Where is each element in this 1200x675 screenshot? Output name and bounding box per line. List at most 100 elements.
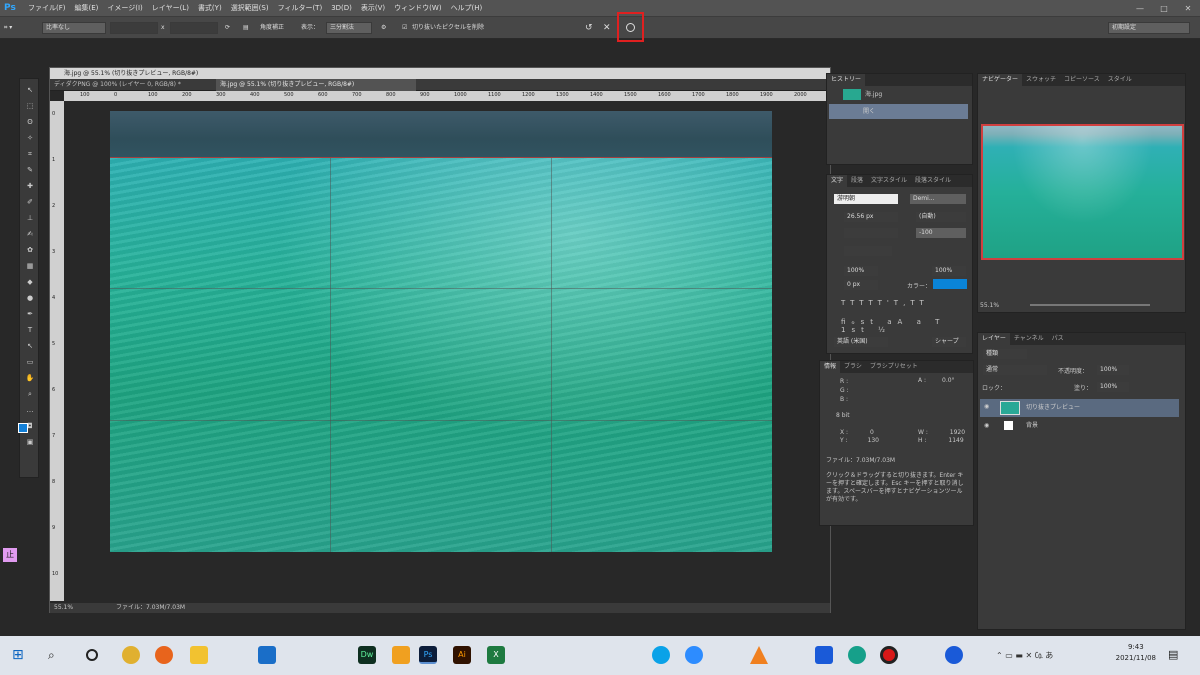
- tab-layers-2[interactable]: パス: [1048, 333, 1068, 345]
- width-input[interactable]: [110, 22, 158, 34]
- zoom-icon[interactable]: [685, 646, 703, 664]
- font-style-select[interactable]: Demi...: [909, 193, 967, 205]
- tab-umi[interactable]: 海.jpg @ 55.1% (切り抜きプレビュー, RGB/8#): [216, 79, 416, 91]
- tab-navigator-3[interactable]: スタイル: [1104, 74, 1136, 86]
- straighten-icon[interactable]: ▤: [243, 22, 249, 34]
- tool-icon[interactable]: ʘ: [24, 117, 36, 128]
- tab-navigator-2[interactable]: コピーソース: [1060, 74, 1104, 86]
- menu-item[interactable]: ヘルプ(H): [451, 0, 483, 17]
- excel-icon[interactable]: X: [487, 646, 505, 664]
- menu-item[interactable]: 編集(E): [75, 0, 99, 17]
- commit-crop-button[interactable]: [617, 12, 644, 42]
- crop-tool-icon[interactable]: ⌗ ▾: [4, 22, 12, 34]
- fill-input[interactable]: 100%: [1096, 381, 1130, 393]
- tab-navigator-0[interactable]: ナビゲーター: [978, 74, 1023, 86]
- tool-icon[interactable]: ↖: [24, 85, 36, 96]
- zoom-readout[interactable]: 55.1%: [54, 603, 73, 613]
- tab-navigator-1[interactable]: スウォッチ: [1022, 74, 1060, 86]
- tool-icon[interactable]: ✋: [24, 373, 36, 384]
- navigator-preview[interactable]: [981, 124, 1184, 260]
- side-badge[interactable]: 止: [3, 548, 17, 562]
- menu-item[interactable]: 表示(V): [361, 0, 385, 17]
- tool-icon[interactable]: ✎: [24, 165, 36, 176]
- dreamweaver-icon[interactable]: Dw: [358, 646, 376, 664]
- tool-icon[interactable]: ✍: [24, 229, 36, 240]
- vlc-icon[interactable]: [750, 646, 768, 664]
- tray-icons[interactable]: ⌃ ▭ ▬ ✕ ㏇ あ: [996, 650, 1053, 661]
- firefox-icon[interactable]: [155, 646, 173, 664]
- tool-icon[interactable]: ✐: [24, 197, 36, 208]
- tab-character-3[interactable]: 段落スタイル: [911, 175, 955, 187]
- language-select[interactable]: 英語 (米国): [833, 336, 889, 348]
- tab-info-1[interactable]: ブラシ: [840, 361, 866, 373]
- app-globe-icon[interactable]: [848, 646, 866, 664]
- close-icon[interactable]: ✕: [1176, 0, 1200, 17]
- text-style-buttons[interactable]: TTTTT'T,TT: [841, 299, 929, 307]
- tool-icon[interactable]: ✿: [24, 245, 36, 256]
- vertical-scale-input[interactable]: 100%: [843, 265, 879, 277]
- antialias-select[interactable]: シャープ: [931, 336, 967, 348]
- horizontal-scale-input[interactable]: 100%: [931, 265, 967, 277]
- app-blue-icon[interactable]: [945, 646, 963, 664]
- tool-icon[interactable]: ⌗: [24, 149, 36, 160]
- straighten-label[interactable]: 角度補正: [260, 22, 284, 34]
- tab-layers-1[interactable]: チャンネル: [1010, 333, 1048, 345]
- notification-icon[interactable]: ▤: [1168, 646, 1186, 664]
- illustrator-icon[interactable]: Ai: [453, 646, 471, 664]
- layer-row[interactable]: ◉ 背景: [980, 418, 1179, 434]
- workspace-select[interactable]: 初期設定: [1108, 22, 1190, 34]
- tool-icon[interactable]: ●: [24, 293, 36, 304]
- layer-kind-filter[interactable]: 種類: [982, 348, 1028, 360]
- height-input[interactable]: [170, 22, 218, 34]
- tool-icon[interactable]: ▭: [24, 357, 36, 368]
- tab-history[interactable]: ヒストリー: [827, 74, 866, 86]
- tool-icon[interactable]: ◆: [24, 277, 36, 288]
- tsume-input[interactable]: [843, 245, 893, 257]
- chrome-icon[interactable]: [122, 646, 140, 664]
- menu-item[interactable]: レイヤー(L): [152, 0, 189, 17]
- crop-area[interactable]: [110, 157, 772, 552]
- cancel-icon[interactable]: ✕: [603, 22, 611, 34]
- sublime-icon[interactable]: [392, 646, 410, 664]
- tool-icon[interactable]: ↖: [24, 341, 36, 352]
- menu-item[interactable]: 書式(Y): [198, 0, 222, 17]
- tab-layers-0[interactable]: レイヤー: [978, 333, 1010, 345]
- image-canvas[interactable]: [110, 111, 772, 552]
- tab-png[interactable]: ディダクPNG @ 100% (レイヤー 0, RGB/8) *: [50, 79, 215, 91]
- font-size-input[interactable]: 26.56 px: [843, 211, 899, 223]
- tool-icon[interactable]: ▦: [24, 261, 36, 272]
- record-icon[interactable]: [880, 646, 898, 664]
- foreground-color-swatch[interactable]: [18, 423, 28, 433]
- leading-input[interactable]: (自動): [915, 211, 967, 223]
- tool-icon[interactable]: …: [24, 405, 36, 416]
- minimize-icon[interactable]: —: [1128, 0, 1152, 17]
- tool-icon[interactable]: T: [24, 325, 36, 336]
- ratio-select[interactable]: 比率なし: [42, 22, 106, 34]
- history-item-open[interactable]: 開く: [829, 104, 969, 119]
- tracking-input[interactable]: -100: [915, 227, 967, 239]
- menu-item[interactable]: 選択範囲(S): [231, 0, 269, 17]
- blend-mode-select[interactable]: 通常: [982, 364, 1048, 376]
- baseline-input[interactable]: 0 px: [843, 279, 879, 291]
- menu-item[interactable]: イメージ(I): [107, 0, 142, 17]
- outlook-icon[interactable]: [258, 646, 276, 664]
- skype-icon[interactable]: [652, 646, 670, 664]
- cortana-icon[interactable]: [86, 649, 98, 661]
- menu-item[interactable]: ウィンドウ(W): [394, 0, 441, 17]
- tab-info-0[interactable]: 情報: [820, 361, 841, 373]
- explorer-icon[interactable]: [190, 646, 208, 664]
- windows-start-icon[interactable]: ⊞: [12, 646, 30, 664]
- menu-item[interactable]: ファイル(F): [28, 0, 66, 17]
- gear-icon[interactable]: ⚙: [381, 22, 386, 34]
- swap-icon[interactable]: ⟳: [225, 22, 230, 34]
- tool-icon[interactable]: ⊥: [24, 213, 36, 224]
- tool-icon[interactable]: ✒: [24, 309, 36, 320]
- tool-icon[interactable]: ▣: [24, 437, 36, 448]
- tab-info-2[interactable]: ブラシプリセット: [866, 361, 922, 373]
- tab-character-0[interactable]: 文字: [827, 175, 848, 187]
- history-snapshot[interactable]: 海.jpg: [829, 87, 968, 102]
- navigator-zoom[interactable]: 55.1%: [980, 302, 999, 309]
- overlay-select[interactable]: 三分割法: [326, 22, 372, 34]
- tab-character-1[interactable]: 段落: [847, 175, 867, 187]
- music-icon[interactable]: [815, 646, 833, 664]
